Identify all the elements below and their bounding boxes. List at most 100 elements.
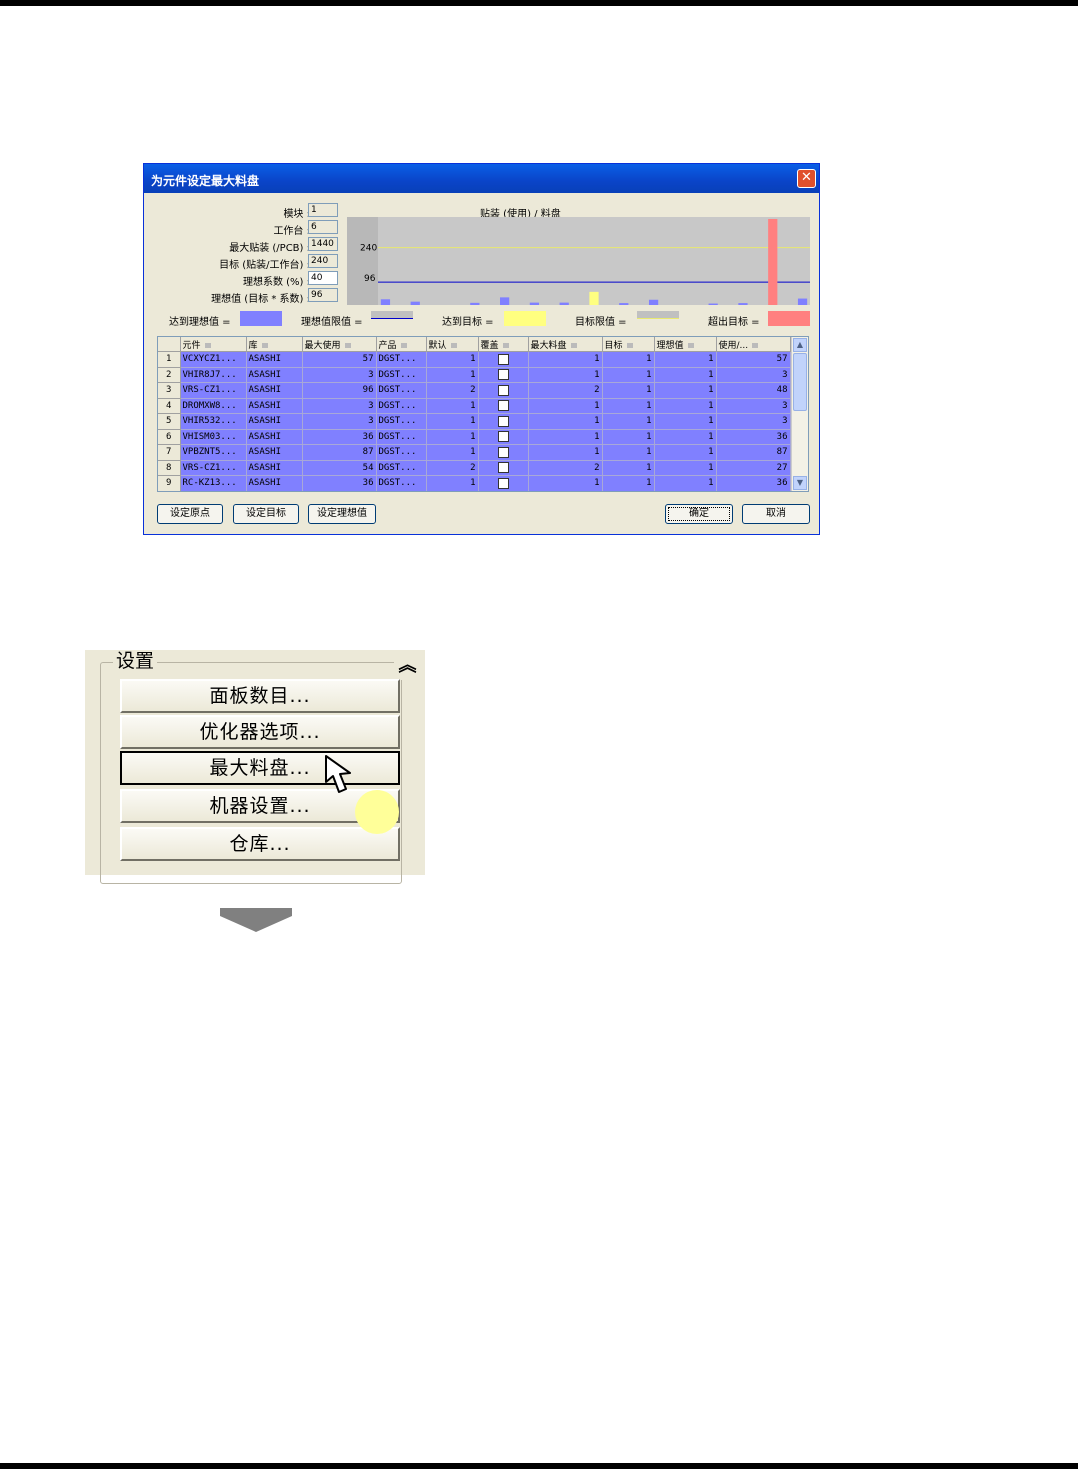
cell-target[interactable]: 1 [602,444,655,461]
cell-max-use[interactable]: 57 [302,351,377,368]
cell-use[interactable]: 3 [716,367,791,383]
vertical-scrollbar[interactable]: ▲ ▼ [791,337,808,491]
table-row[interactable]: 4 DROMXW8... ASASHI 3 DGST... 1 1 1 1 3 [158,398,791,414]
table-row[interactable]: 3 VRS-CZ1... ASASHI 96 DGST... 2 2 1 1 48 [158,382,791,399]
cell-product[interactable]: DGST... [376,413,427,430]
cell-max-use[interactable]: 3 [302,367,377,383]
table-row[interactable]: 5 VHIR532... ASASHI 3 DGST... 1 1 1 1 3 [158,413,791,430]
override-checkbox[interactable] [497,415,509,427]
collapse-icon[interactable]: ︽ [394,653,421,680]
cell-part[interactable]: VHIR8J7... [180,367,247,383]
cell-use[interactable]: 3 [716,413,791,430]
column-header[interactable]: 默认 [426,337,479,352]
warehouse-button[interactable]: 仓库... [120,827,400,861]
cell-product[interactable]: DGST... [376,460,427,476]
cell-max-use[interactable]: 87 [302,444,377,461]
cell-product[interactable]: DGST... [376,367,427,383]
close-icon[interactable]: ✕ [797,169,816,188]
cell-default[interactable]: 1 [426,429,479,445]
cell-part[interactable]: VRS-CZ1... [180,382,247,399]
cell-target[interactable]: 1 [602,351,655,368]
cell-lib[interactable]: ASASHI [246,413,303,430]
column-header[interactable]: 目标 [602,337,655,352]
override-checkbox-cell[interactable] [478,444,529,461]
cell-default[interactable]: 1 [426,413,479,430]
cell-target[interactable]: 1 [602,460,655,476]
cell-part[interactable]: DROMXW8... [180,398,247,414]
table-row[interactable]: 6 VHISM03... ASASHI 36 DGST... 1 1 1 1 36 [158,429,791,445]
cell-default[interactable]: 1 [426,444,479,461]
override-checkbox[interactable] [497,477,509,489]
cell-product[interactable]: DGST... [376,429,427,445]
cell-lib[interactable]: ASASHI [246,351,303,368]
cell-max-use[interactable]: 3 [302,413,377,430]
cell-part[interactable]: VHIR532... [180,413,247,430]
cell-ideal[interactable]: 1 [654,398,717,414]
title-bar[interactable]: 为元件设定最大料盘 ✕ [144,164,819,193]
cell-ideal[interactable]: 1 [654,413,717,430]
panel-count-button[interactable]: 面板数目... [120,679,400,713]
cell-max-tray[interactable]: 1 [528,475,603,491]
column-header[interactable]: 最大使用 [302,337,377,352]
cell-max-tray[interactable]: 1 [528,398,603,414]
cell-product[interactable]: DGST... [376,382,427,399]
set-origin-button[interactable]: 设定原点 [157,504,223,524]
cell-product[interactable]: DGST... [376,351,427,368]
cell-ideal[interactable]: 1 [654,367,717,383]
cell-lib[interactable]: ASASHI [246,444,303,461]
table-row[interactable]: 8 VRS-CZ1... ASASHI 54 DGST... 2 2 1 1 27 [158,460,791,476]
cell-use[interactable]: 48 [716,382,791,399]
scroll-thumb[interactable] [793,353,807,411]
column-header[interactable]: 最大料盘 [528,337,603,352]
cell-ideal[interactable]: 1 [654,429,717,445]
cell-part[interactable]: VRS-CZ1... [180,460,247,476]
override-checkbox-cell[interactable] [478,351,529,368]
cell-use[interactable]: 87 [716,444,791,461]
cell-lib[interactable]: ASASHI [246,475,303,491]
cell-max-tray[interactable]: 2 [528,460,603,476]
table-row[interactable]: 1 VCXYCZ1... ASASHI 57 DGST... 1 1 1 1 57 [158,351,791,368]
cell-max-tray[interactable]: 1 [528,429,603,445]
cell-lib[interactable]: ASASHI [246,367,303,383]
cell-default[interactable]: 1 [426,351,479,368]
set-ideal-button[interactable]: 设定理想值 [308,504,376,524]
override-checkbox[interactable] [497,446,509,458]
cell-lib[interactable]: ASASHI [246,429,303,445]
cell-part[interactable]: VPBZNT5... [180,444,247,461]
override-checkbox[interactable] [497,384,509,396]
override-checkbox[interactable] [497,462,509,474]
override-checkbox-cell[interactable] [478,367,529,383]
column-header[interactable]: 使用/... [716,337,791,352]
cell-max-tray[interactable]: 1 [528,367,603,383]
cell-use[interactable]: 57 [716,351,791,368]
cell-product[interactable]: DGST... [376,475,427,491]
cell-use[interactable]: 27 [716,460,791,476]
cell-default[interactable]: 1 [426,398,479,414]
override-checkbox-cell[interactable] [478,398,529,414]
override-checkbox-cell[interactable] [478,429,529,445]
cell-max-tray[interactable]: 1 [528,351,603,368]
cell-lib[interactable]: ASASHI [246,398,303,414]
column-header[interactable]: 库 [246,337,303,352]
ok-button[interactable]: 确定 [665,504,733,524]
set-target-button[interactable]: 设定目标 [233,504,299,524]
cell-max-tray[interactable]: 2 [528,382,603,399]
column-header[interactable]: 覆盖 [478,337,529,352]
table-row[interactable]: 7 VPBZNT5... ASASHI 87 DGST... 1 1 1 1 87 [158,444,791,461]
cell-default[interactable]: 1 [426,475,479,491]
cell-ideal[interactable]: 1 [654,382,717,399]
table-row[interactable]: 2 VHIR8J7... ASASHI 3 DGST... 1 1 1 1 3 [158,367,791,383]
cell-max-use[interactable]: 96 [302,382,377,399]
cell-max-tray[interactable]: 1 [528,444,603,461]
cell-ideal[interactable]: 1 [654,444,717,461]
cancel-button[interactable]: 取消 [742,504,810,524]
cell-use[interactable]: 36 [716,429,791,445]
scroll-down-icon[interactable]: ▼ [793,476,807,490]
cell-max-use[interactable]: 36 [302,429,377,445]
cell-target[interactable]: 1 [602,413,655,430]
cell-target[interactable]: 1 [602,429,655,445]
override-checkbox[interactable] [497,353,509,365]
column-header[interactable]: 元件 [180,337,247,352]
cell-default[interactable]: 2 [426,460,479,476]
cell-product[interactable]: DGST... [376,398,427,414]
